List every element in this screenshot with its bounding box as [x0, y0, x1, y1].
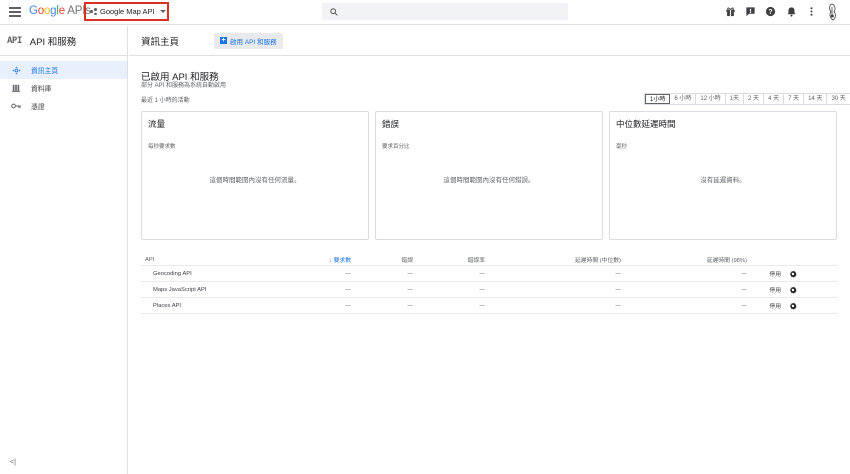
top-bar: Google APIs Google Map API ? — [0, 0, 850, 25]
errors-card: 錯誤 要求百分比 這個時間範圍內沒有任何錯誤。 — [375, 111, 603, 240]
settings-gear-icon[interactable] — [781, 269, 805, 278]
search-input[interactable] — [342, 8, 542, 15]
time-range-option[interactable]: 1天 — [726, 94, 745, 104]
nav-item-label: 資料庫 — [31, 86, 52, 93]
search-icon — [330, 7, 338, 16]
dashboard-content: 已啟用 API 和服務 部分 API 和服務為系統自動啟用 最近 1 小時的活動… — [129, 57, 850, 474]
nav-item-credentials[interactable]: 憑證 — [0, 97, 127, 115]
card-subtitle: 毫秒 — [616, 144, 628, 150]
search-bar[interactable] — [322, 3, 568, 20]
header-latency-median[interactable]: 延遲時間 (中位數) — [485, 255, 621, 264]
cell-latency-98: — — [741, 270, 747, 277]
settings-gear-icon[interactable] — [781, 285, 805, 294]
time-range-option[interactable]: 1小時 — [645, 94, 671, 104]
settings-gear-icon[interactable] — [781, 301, 805, 310]
cell-error-rate: — — [479, 302, 485, 309]
enable-apis-button[interactable]: + 啟用 API 和服務 — [214, 32, 283, 49]
page-title: 資訊主頁 — [141, 36, 180, 48]
project-selector[interactable]: Google Map API — [84, 2, 169, 21]
card-title: 錯誤 — [382, 119, 400, 129]
add-icon: + — [220, 37, 228, 44]
time-range-option[interactable]: 12 小時 — [696, 94, 726, 104]
help-icon[interactable]: ? — [765, 6, 776, 17]
time-range-option[interactable]: 2 天 — [744, 94, 765, 104]
dashboard-icon — [11, 65, 21, 75]
card-title: 流量 — [148, 119, 166, 129]
cell-latency-98: — — [741, 286, 747, 293]
header-latency-98[interactable]: 延遲時間 (98%) — [621, 255, 747, 264]
cell-requests: — — [345, 302, 351, 309]
disable-button[interactable]: 停用 — [747, 301, 781, 310]
left-nav: API API 和服務 資訊主頁 資料庫 憑證 <| — [0, 26, 128, 474]
api-name-link[interactable]: Places API — [141, 303, 259, 309]
collapse-nav-button[interactable]: <| — [10, 459, 16, 466]
dropdown-caret-icon — [159, 10, 166, 13]
time-range-selector: 1小時 6 小時 12 小時 1天 2 天 4 天 7 天 14 天 30 天 — [644, 93, 850, 105]
cell-latency-98: — — [741, 302, 747, 309]
card-empty-message: 這個時間範圍內沒有任何錯誤。 — [443, 177, 535, 184]
svg-text:?: ? — [768, 9, 772, 16]
api-badge: API — [7, 35, 22, 46]
notifications-icon[interactable] — [786, 6, 797, 17]
header-requests[interactable]: ↓ 要求數 — [259, 255, 351, 264]
cell-errors: — — [407, 302, 413, 309]
header-errors[interactable]: 錯誤 — [351, 255, 413, 264]
cell-errors: — — [407, 286, 413, 293]
avatar[interactable] — [826, 3, 839, 21]
nav-item-library[interactable]: 資料庫 — [0, 79, 127, 97]
chat-icon[interactable] — [745, 6, 756, 17]
gift-icon[interactable] — [725, 6, 736, 17]
disable-button[interactable]: 停用 — [747, 269, 781, 278]
time-range-option[interactable]: 6 小時 — [670, 94, 697, 104]
time-range-option[interactable]: 7 天 — [784, 94, 805, 104]
nav-title: API 和服務 — [29, 36, 77, 48]
nav-item-label: 憑證 — [31, 104, 45, 111]
cell-latency-median: — — [615, 302, 621, 309]
card-title: 中位數延遲時間 — [616, 119, 676, 129]
page-header: 資訊主頁 + 啟用 API 和服務 — [129, 26, 850, 56]
key-icon — [11, 101, 21, 111]
header-error-rate[interactable]: 錯誤率 — [413, 255, 485, 264]
menu-icon[interactable] — [9, 7, 21, 17]
api-table: API ↓ 要求數 錯誤 錯誤率 延遲時間 (中位數) 延遲時間 (98%) G… — [141, 254, 838, 314]
cell-latency-median: — — [615, 270, 621, 277]
cell-requests: — — [345, 286, 351, 293]
library-icon — [11, 83, 21, 93]
table-row: Geocoding API — — — — — 停用 — [141, 266, 838, 282]
cell-error-rate: — — [479, 270, 485, 277]
google-apis-logo[interactable]: Google APIs — [29, 5, 91, 17]
nav-item-label: 資訊主頁 — [31, 68, 59, 75]
time-range-option[interactable]: 14 天 — [804, 94, 828, 104]
table-row: Places API — — — — — 停用 — [141, 298, 838, 314]
table-row: Maps JavaScript API — — — — — 停用 — [141, 282, 838, 298]
section-subtitle: 部分 API 和服務為系統自動啟用 — [141, 83, 227, 89]
api-name-link[interactable]: Geocoding API — [141, 271, 259, 277]
latency-card: 中位數延遲時間 毫秒 沒有延遲資料。 — [609, 111, 837, 240]
time-range-option[interactable]: 4 天 — [764, 94, 785, 104]
enable-apis-label: 啟用 API 和服務 — [230, 38, 277, 46]
project-name: Google Map API — [100, 7, 155, 16]
cell-errors: — — [407, 270, 413, 277]
card-subtitle: 每秒要求數 — [148, 144, 176, 150]
recent-activity-label: 最近 1 小時的活動 — [141, 98, 190, 104]
cell-latency-median: — — [615, 286, 621, 293]
cell-requests: — — [345, 270, 351, 277]
project-icon — [90, 8, 97, 15]
time-range-option[interactable]: 30 天 — [827, 94, 849, 104]
nav-item-dashboard[interactable]: 資訊主頁 — [0, 61, 127, 79]
traffic-card: 流量 每秒要求數 這個時間範圍內沒有任何流量。 — [141, 111, 369, 240]
cell-error-rate: — — [479, 286, 485, 293]
disable-button[interactable]: 停用 — [747, 285, 781, 294]
header-api: API — [145, 256, 155, 263]
card-subtitle: 要求百分比 — [382, 144, 410, 150]
more-vert-icon[interactable] — [806, 6, 817, 17]
nav-header: API API 和服務 — [0, 26, 127, 56]
api-name-link[interactable]: Maps JavaScript API — [141, 287, 259, 293]
card-empty-message: 沒有延遲資料。 — [700, 177, 746, 184]
table-header-row: API ↓ 要求數 錯誤 錯誤率 延遲時間 (中位數) 延遲時間 (98%) — [141, 254, 838, 266]
card-empty-message: 這個時間範圍內沒有任何流量。 — [209, 177, 301, 184]
